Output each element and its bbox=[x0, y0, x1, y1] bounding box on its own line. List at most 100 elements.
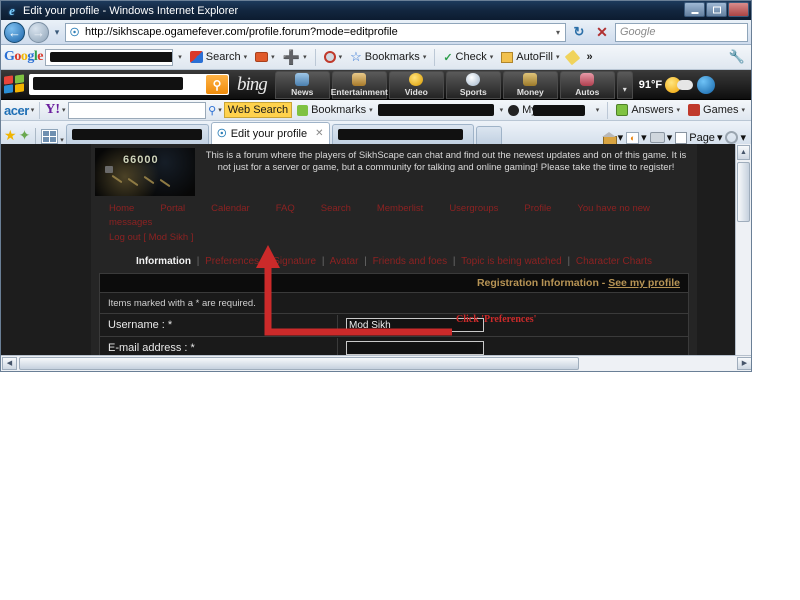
tab-favicon-icon: ☉ bbox=[216, 128, 227, 140]
video-icon bbox=[409, 72, 424, 86]
bing-tab-entertainment[interactable]: Entertainment bbox=[330, 70, 388, 99]
minimize-button[interactable] bbox=[684, 2, 705, 17]
wrench-icon[interactable]: 🔧 bbox=[726, 48, 748, 66]
print-button[interactable]: ▾ bbox=[649, 131, 672, 144]
recent-pages-chevron-icon[interactable]: ▾ bbox=[52, 27, 62, 38]
horizontal-scroll-thumb[interactable] bbox=[19, 357, 579, 370]
forum-description: This is a forum where the players of Sik… bbox=[205, 150, 687, 173]
google-search-input[interactable] bbox=[45, 48, 174, 66]
bing-globe-icon[interactable] bbox=[697, 75, 716, 94]
profile-tab-friends-and-foes[interactable]: Friends and foes bbox=[373, 256, 448, 267]
new-tab-button[interactable] bbox=[475, 126, 502, 144]
bing-tab-video[interactable]: Video bbox=[388, 70, 444, 99]
yahoo-bookmarks-button[interactable]: Bookmarks ▾ bbox=[294, 103, 376, 117]
answers-button[interactable]: Answers ▾ bbox=[613, 103, 683, 117]
games-icon bbox=[688, 104, 701, 116]
bing-tab-sports-label: Sports bbox=[459, 86, 487, 97]
page-menu-button[interactable]: Page ▾ bbox=[675, 131, 722, 144]
quick-tabs-icon[interactable] bbox=[41, 129, 59, 144]
home-button[interactable]: ▾ bbox=[601, 131, 623, 144]
horizontal-scrollbar[interactable]: ◀ ▶ bbox=[1, 355, 751, 371]
required-note: Items marked with a * are required. bbox=[108, 298, 256, 309]
cloud-icon bbox=[677, 79, 694, 90]
email-input[interactable] bbox=[346, 341, 484, 355]
browser-tab-edit-your-profile[interactable]: ☉ Edit your profile ✕ bbox=[210, 122, 330, 144]
add-to-favorites-icon[interactable]: ✦ bbox=[19, 127, 31, 144]
gmail-icon[interactable]: ▾ bbox=[252, 51, 278, 63]
web-search-button[interactable]: Web Search bbox=[223, 102, 293, 118]
bing-tab-entertainment-label: Entertainment bbox=[330, 86, 388, 97]
bing-tab-news[interactable]: News bbox=[274, 70, 330, 99]
browser-tab-1[interactable] bbox=[65, 124, 209, 144]
url-dropdown-chevron-icon[interactable]: ▾ bbox=[553, 28, 563, 37]
tools-button[interactable]: ▾ bbox=[725, 131, 746, 144]
yahoo-search-chevron-icon[interactable]: ▾ bbox=[218, 106, 222, 114]
nav-link-faq[interactable]: FAQ bbox=[276, 203, 295, 214]
profile-tab-topic-watched[interactable]: Topic is being watched bbox=[461, 256, 562, 267]
check-label: Check bbox=[455, 51, 487, 63]
browser-tab-3[interactable] bbox=[331, 124, 474, 144]
back-button[interactable]: ← bbox=[4, 21, 25, 43]
forward-button[interactable]: → bbox=[28, 21, 49, 43]
acer-menu-chevron-icon[interactable]: ▾ bbox=[31, 106, 35, 114]
window-title: Edit your profile - Windows Internet Exp… bbox=[23, 4, 239, 17]
tab-title: Edit your profile bbox=[230, 127, 308, 140]
ie-search-box[interactable]: Google bbox=[615, 22, 748, 42]
profile-tab-avatar[interactable]: Avatar bbox=[330, 256, 359, 267]
autofill-label: AutoFill bbox=[516, 51, 553, 63]
vertical-scroll-thumb[interactable] bbox=[737, 162, 750, 222]
stop-button[interactable]: ✕ bbox=[592, 22, 612, 42]
refresh-button[interactable]: ↻ bbox=[569, 22, 589, 42]
bing-tab-money[interactable]: Money bbox=[502, 70, 558, 99]
profile-tab-preferences[interactable]: Preferences bbox=[205, 256, 259, 267]
bing-search-go-button[interactable]: ⚲ bbox=[206, 75, 228, 94]
nav-link-portal[interactable]: Portal bbox=[160, 203, 185, 214]
scroll-up-arrow-icon[interactable]: ▲ bbox=[737, 145, 750, 160]
scroll-left-arrow-icon[interactable]: ◀ bbox=[2, 357, 17, 370]
nav-link-calendar[interactable]: Calendar bbox=[211, 203, 250, 214]
see-my-profile-link[interactable]: See my profile bbox=[608, 277, 680, 289]
acer-logo-icon: acer bbox=[4, 102, 29, 118]
nav-link-usergroups[interactable]: Usergroups bbox=[449, 203, 498, 214]
yahoo-menu-chevron-icon[interactable]: ▾ bbox=[62, 106, 66, 114]
games-button[interactable]: Games ▾ bbox=[685, 103, 748, 117]
bing-tab-autos[interactable]: Autos bbox=[559, 70, 615, 99]
nav-link-memberlist[interactable]: Memberlist bbox=[377, 203, 423, 214]
profile-tab-signature[interactable]: Signature bbox=[273, 256, 316, 267]
plus-icon[interactable]: ➕ ▾ bbox=[280, 50, 310, 64]
yahoo-search-input[interactable] bbox=[67, 101, 207, 119]
profile-tab-information[interactable]: Information bbox=[136, 256, 191, 267]
scroll-right-arrow-icon[interactable]: ▶ bbox=[737, 357, 751, 370]
profile-tab-character-charts[interactable]: Character Charts bbox=[576, 256, 652, 267]
bookmarks-button[interactable]: ☆ Bookmarks ▾ bbox=[347, 48, 429, 66]
tab-separator-6: | bbox=[567, 256, 571, 267]
yahoo-search-magnifier-icon[interactable]: ⚲ bbox=[208, 104, 216, 117]
url-bar[interactable]: ☉ http://sikhscape.ogamefever.com/profil… bbox=[65, 22, 566, 42]
popup-blocker-icon[interactable]: ▾ bbox=[321, 50, 346, 64]
nav-link-profile[interactable]: Profile bbox=[524, 203, 551, 214]
close-button[interactable] bbox=[728, 2, 749, 17]
bing-search-input[interactable]: ⚲ bbox=[29, 74, 229, 95]
redacted-email-value bbox=[349, 345, 477, 353]
spellcheck-button[interactable]: ✓ Check ▾ bbox=[440, 50, 496, 65]
vertical-scrollbar[interactable]: ▲ ▼ bbox=[735, 144, 751, 371]
bing-more-chevron-icon[interactable]: ▾ bbox=[616, 70, 633, 99]
google-search-dropdown[interactable]: ▾ bbox=[175, 52, 185, 62]
redacted-toolbar-item[interactable] bbox=[377, 103, 498, 117]
maximize-button[interactable] bbox=[706, 2, 727, 17]
google-search-button[interactable]: Search ▾ bbox=[187, 50, 250, 64]
tab-close-icon[interactable]: ✕ bbox=[315, 128, 323, 139]
bing-weather-widget[interactable]: 91°F bbox=[639, 76, 694, 93]
nav-link-logout[interactable]: Log out [ Mod Sikh ] bbox=[109, 231, 671, 245]
spellcheck-icon: ✓ bbox=[443, 51, 453, 64]
feeds-button[interactable]: ◐ ▾ bbox=[626, 131, 647, 144]
toolbar-overflow-button[interactable]: » bbox=[583, 50, 595, 64]
tab-list-chevron-icon[interactable]: ▾ bbox=[60, 136, 64, 144]
highlighter-icon[interactable] bbox=[564, 49, 581, 65]
nav-link-search[interactable]: Search bbox=[321, 203, 351, 214]
favorites-star-icon[interactable]: ★ bbox=[4, 127, 17, 144]
autofill-button[interactable]: AutoFill ▾ bbox=[498, 50, 562, 64]
nav-link-home[interactable]: Home bbox=[109, 203, 134, 214]
bing-tab-sports[interactable]: Sports bbox=[445, 70, 501, 99]
my-yahoo-button[interactable]: My ▾ bbox=[505, 103, 602, 117]
